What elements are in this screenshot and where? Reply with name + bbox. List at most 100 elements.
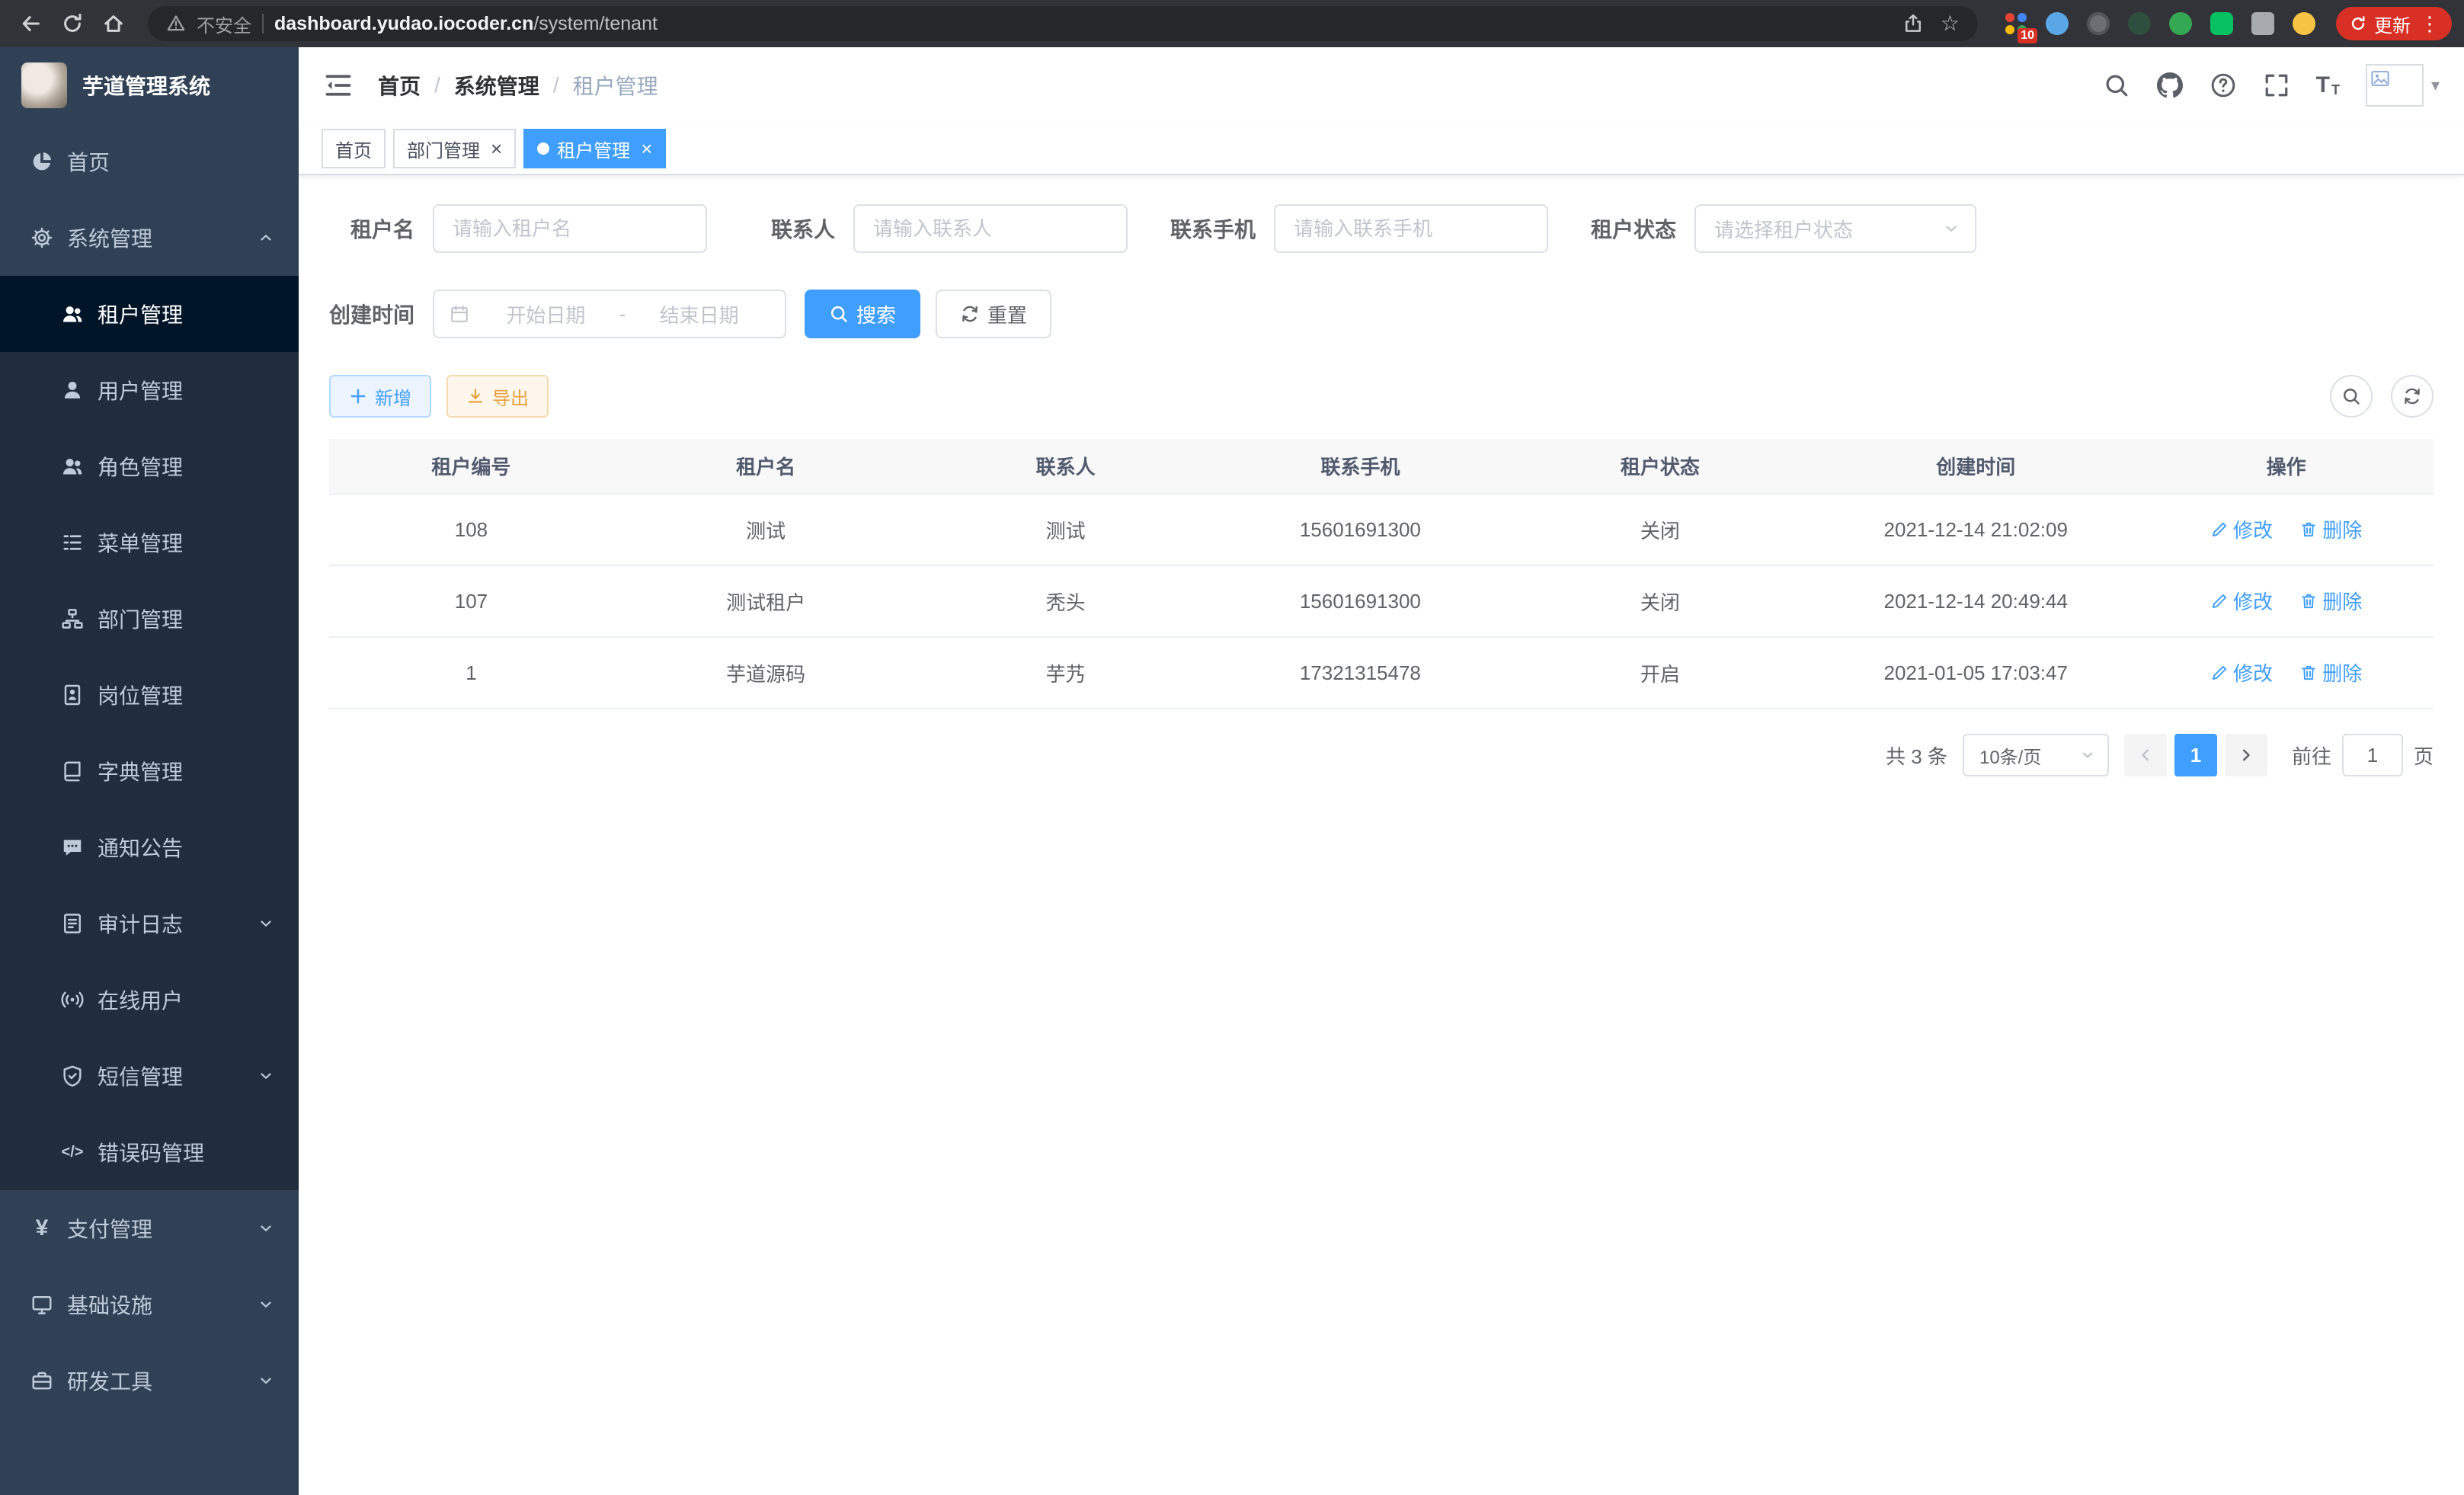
sidebar-label: 字典管理 [98,756,183,786]
font-size-icon[interactable]: TT [2316,74,2340,97]
sidebar-label: 岗位管理 [98,680,183,710]
page-content: 租户名 联系人 联系手机 租户状态 请选择租户状态 [299,175,2464,1495]
sidebar-label: 角色管理 [98,451,183,482]
sidebar-item-home[interactable]: 首页 [0,123,299,200]
delete-link[interactable]: 删除 [2299,587,2362,615]
back-icon[interactable] [12,5,50,43]
extensions-cluster: 10 [1999,7,2321,40]
bookmark-star-icon[interactable]: ☆ [1941,13,1960,34]
sidebar-item-roles[interactable]: 角色管理 [0,428,299,504]
org-tree-icon [61,607,84,630]
delete-link[interactable]: 删除 [2299,658,2362,687]
puzzle-extension-icon[interactable] [2246,7,2280,40]
extension-dark-green-icon[interactable] [2123,7,2156,40]
sidebar-item-users[interactable]: 用户管理 [0,352,299,428]
profile-avatar-icon[interactable] [2287,7,2321,40]
tab-home[interactable]: 首页 [322,129,386,168]
sidebar-item-notices[interactable]: 通知公告 [0,809,299,885]
update-button[interactable]: 更新 ⋮ [2336,7,2452,40]
header-actions: TT ▾ [2103,64,2440,107]
prev-page-button[interactable] [2124,734,2167,776]
tab-tenant[interactable]: 租户管理 × [523,129,666,168]
refresh-table-button[interactable] [2391,375,2434,418]
chevron-down-icon [258,1068,274,1084]
fullscreen-icon[interactable] [2263,72,2290,99]
divider [262,14,264,34]
sidebar-label: 菜单管理 [98,527,183,558]
extension-chat-icon[interactable] [2205,7,2238,40]
pagination: 共 3 条 10条/页 1 前往 [329,734,2434,776]
page-size-select[interactable]: 10条/页 [1963,734,2109,776]
sidebar-item-tenant[interactable]: 租户管理 [0,276,299,352]
export-button[interactable]: 导出 [446,375,549,418]
sidebar-label: 基础设施 [67,1289,152,1320]
sidebar-group-infrastructure[interactable]: 基础设施 [0,1266,299,1343]
next-page-button[interactable] [2225,734,2267,776]
phone-input[interactable] [1274,204,1548,253]
extension-blue-icon[interactable] [2040,7,2074,40]
browser-menu-icon[interactable]: ⋮ [2418,14,2441,34]
browser-home-icon[interactable] [94,5,133,43]
address-bar[interactable]: 不安全 dashboard.yudao.iocoder.cn/system/te… [148,6,1978,41]
edit-link[interactable]: 修改 [2210,658,2273,687]
contact-input[interactable] [853,204,1128,253]
sidebar-fold-icon[interactable] [323,70,354,101]
dictionary-icon [61,760,84,783]
edit-link[interactable]: 修改 [2210,587,2273,615]
tenant-name-input[interactable] [433,204,707,253]
cell-tenant-id: 107 [329,565,613,637]
reload-icon[interactable] [53,5,91,43]
sidebar-group-system[interactable]: 系统管理 [0,200,299,276]
user-avatar-menu[interactable]: ▾ [2366,64,2440,107]
breadcrumb-system[interactable]: 系统管理 [454,70,539,101]
tab-label: 租户管理 [557,136,630,162]
page-jump-input[interactable] [2342,734,2403,776]
button-label: 导出 [492,383,529,410]
sidebar-group-audit-log[interactable]: 审计日志 [0,885,299,962]
sidebar-item-dictionary[interactable]: 字典管理 [0,733,299,809]
tab-department[interactable]: 部门管理 × [393,129,516,168]
help-icon[interactable] [2210,72,2237,99]
sidebar-group-payment[interactable]: ¥ 支付管理 [0,1190,299,1266]
page-jumper: 前往 页 [2292,734,2434,776]
close-icon[interactable]: × [491,139,502,158]
sidebar-item-posts[interactable]: 岗位管理 [0,657,299,733]
add-button[interactable]: 新增 [329,375,431,418]
page-1-button[interactable]: 1 [2174,734,2217,776]
create-time-range-picker[interactable]: 开始日期 - 结束日期 [433,290,786,338]
trash-icon [2299,520,2318,539]
app-logo[interactable]: 芋道管理系统 [0,47,299,123]
search-icon[interactable] [2103,72,2130,99]
edit-link[interactable]: 修改 [2210,515,2273,543]
cell-created: 2021-12-14 21:02:09 [1813,494,2139,565]
cell-contact: 芋艿 [918,637,1213,709]
github-icon[interactable] [2156,72,2184,99]
reset-button[interactable]: 重置 [936,290,1051,338]
sidebar-group-devtools[interactable]: 研发工具 [0,1343,299,1419]
url-path: /system/tenant [533,13,658,34]
sidebar-label: 部门管理 [98,603,183,634]
sidebar-item-error-codes[interactable]: </> 错误码管理 [0,1114,299,1190]
chevron-down-icon [258,1372,274,1389]
sidebar-item-online-users[interactable]: 在线用户 [0,962,299,1038]
extension-globe-icon[interactable] [2082,7,2115,40]
sidebar-label: 支付管理 [67,1213,152,1244]
extension-colored-dots-icon[interactable]: 10 [1999,7,2033,40]
cell-created: 2021-12-14 20:49:44 [1813,565,2139,637]
breadcrumb-home[interactable]: 首页 [378,70,421,101]
tenant-table: 租户编号 租户名 联系人 联系手机 租户状态 创建时间 操作 108 测试 测试 [329,439,2434,709]
extension-green-icon[interactable] [2164,7,2197,40]
tenant-status-select[interactable]: 请选择租户状态 [1694,204,1976,253]
sidebar-item-departments[interactable]: 部门管理 [0,581,299,657]
toggle-search-button[interactable] [2330,375,2373,418]
pager: 1 [2124,734,2267,776]
sidebar-group-sms[interactable]: 短信管理 [0,1038,299,1114]
chevron-down-icon [2080,748,2095,763]
app-header: 首页 / 系统管理 / 租户管理 TT [299,47,2464,123]
search-button[interactable]: 搜索 [805,290,920,338]
sidebar-item-menus[interactable]: 菜单管理 [0,504,299,581]
close-icon[interactable]: × [641,139,652,158]
delete-link[interactable]: 删除 [2299,515,2362,543]
trash-icon [2299,664,2318,682]
share-icon[interactable] [1902,13,1924,34]
